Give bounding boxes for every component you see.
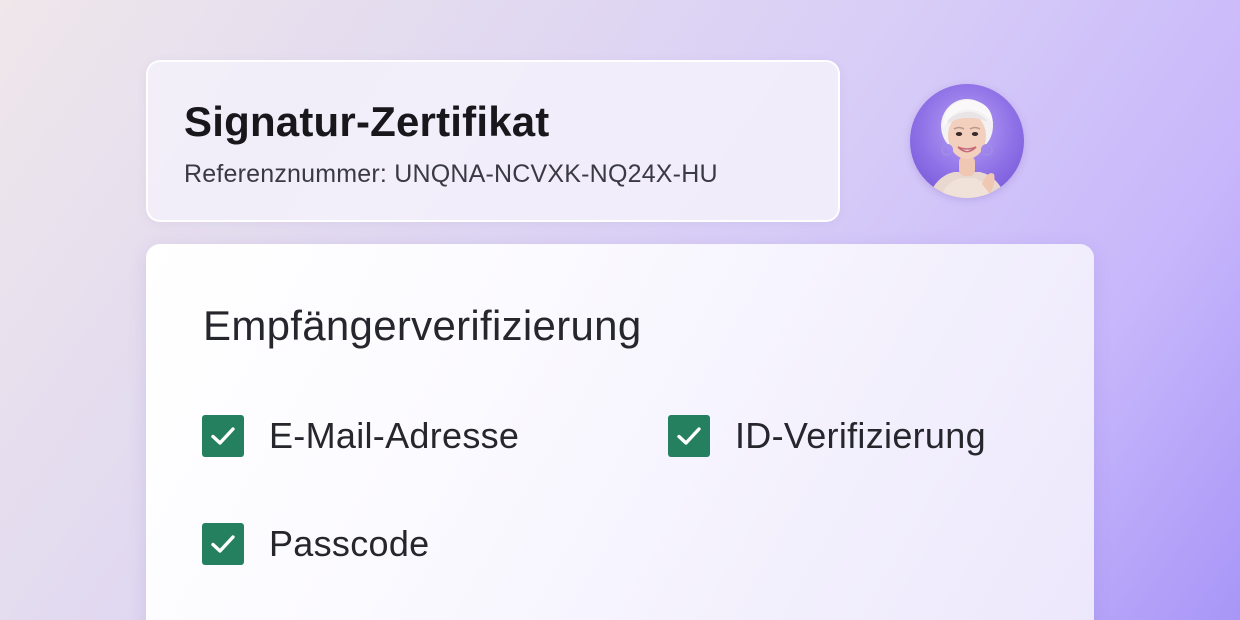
id-verification-checkbox[interactable]: ID-Verifizierung bbox=[668, 414, 986, 458]
checkbox-checked-icon[interactable] bbox=[668, 415, 710, 457]
checkmark-icon bbox=[211, 427, 235, 445]
recipient-verification-card: Empfängerverifizierung E-Mail-Adresse ID… bbox=[146, 244, 1094, 620]
checkbox-checked-icon[interactable] bbox=[202, 523, 244, 565]
id-verification-label: ID-Verifizierung bbox=[735, 415, 986, 456]
certificate-header-card: Signatur-Zertifikat Referenznummer: UNQN… bbox=[146, 60, 840, 222]
checkmark-icon bbox=[677, 427, 701, 445]
passcode-label: Passcode bbox=[269, 523, 430, 564]
checkmark-icon bbox=[211, 535, 235, 553]
verification-title: Empfängerverifizierung bbox=[203, 302, 642, 349]
certificate-title: Signatur-Zertifikat bbox=[184, 98, 550, 145]
checkbox-checked-icon[interactable] bbox=[202, 415, 244, 457]
avatar bbox=[910, 84, 1024, 198]
user-photo-icon bbox=[928, 99, 1006, 198]
email-verification-label: E-Mail-Adresse bbox=[269, 415, 520, 456]
passcode-checkbox[interactable]: Passcode bbox=[202, 522, 430, 566]
reference-number: Referenznummer: UNQNA-NCVXK-NQ24X-HU bbox=[184, 160, 718, 188]
email-verification-checkbox[interactable]: E-Mail-Adresse bbox=[202, 414, 519, 458]
